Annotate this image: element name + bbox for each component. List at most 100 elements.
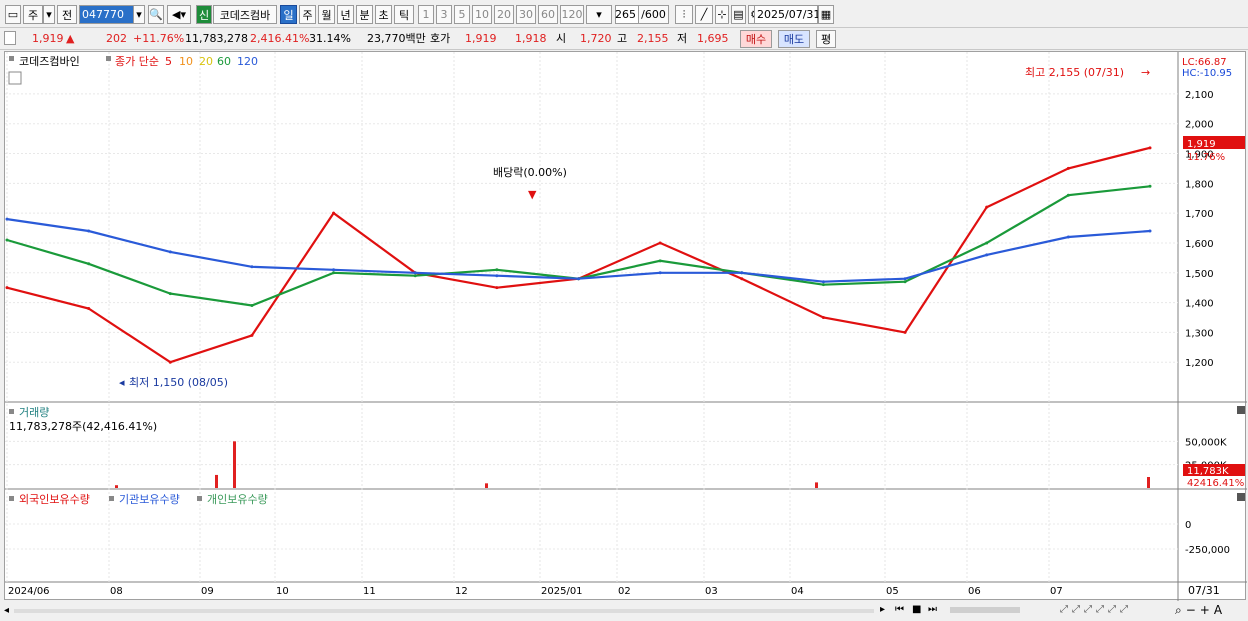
ma120-point: [821, 280, 825, 284]
calculator-icon[interactable]: [8, 71, 22, 85]
buy-button[interactable]: 매수: [740, 30, 772, 48]
avg-button[interactable]: 평: [816, 30, 836, 48]
line-tool-icon[interactable]: ╱: [695, 5, 713, 24]
interval-60[interactable]: 60: [538, 5, 558, 24]
ma120-point: [740, 271, 744, 275]
x-axis-label: 05: [886, 586, 899, 597]
ma120-point: [5, 217, 9, 221]
ma120-point: [87, 229, 91, 233]
quote-bar: 1,919 ▲ 202 +11.76% 11,783,278 2,416.41%…: [0, 28, 1248, 50]
volume-bar: [215, 474, 218, 488]
chart-area[interactable]: 2,100 2,000 1,900 1,800 1,700 1,600 1,500 1,400…: [4, 51, 1247, 601]
x-axis-label: 12: [455, 586, 468, 597]
ma120-point: [168, 250, 172, 254]
ma60-point: [87, 262, 91, 266]
holding-close-icon[interactable]: [1237, 493, 1245, 501]
low-annotation: 최저 1,150 (08/05): [129, 376, 228, 389]
chevron-down-icon[interactable]: ▾: [43, 5, 55, 24]
bid-price: 1,918: [515, 32, 547, 45]
stock-name-field[interactable]: 코데즈컴바: [213, 5, 277, 24]
tab-tick[interactable]: 틱: [394, 5, 414, 24]
ma5-point: [903, 330, 907, 334]
zoom-slider[interactable]: [950, 607, 1020, 613]
low-price: 1,695: [697, 32, 729, 45]
volume-y-tick: 50,000K: [1185, 437, 1227, 448]
ma120-label: 120: [237, 55, 258, 68]
holding-y-tick: 0: [1185, 520, 1191, 531]
trade-amount: 23,770백만: [367, 32, 426, 45]
volume-marker-icon: [9, 409, 14, 414]
compare-button[interactable]: 전: [57, 5, 77, 24]
x-axis-label: 03: [705, 586, 718, 597]
tab-year[interactable]: 년: [337, 5, 354, 24]
volume-value-label: 11,783,278주(42,416.41%): [9, 420, 157, 433]
x-axis-label: 06: [968, 586, 981, 597]
interval-10[interactable]: 10: [472, 5, 492, 24]
interval-120[interactable]: 120: [560, 5, 584, 24]
save-icon[interactable]: ▤: [731, 5, 746, 24]
count-input[interactable]: 265: [615, 5, 639, 24]
code-dropdown-icon[interactable]: ▾: [133, 5, 145, 24]
rewind-icon[interactable]: ⏮: [895, 604, 904, 615]
sell-button[interactable]: 매도: [778, 30, 810, 48]
interval-1[interactable]: 1: [418, 5, 434, 24]
lc-value: LC:66.87: [1182, 57, 1227, 68]
ma5-point: [250, 333, 254, 337]
collapse-icon[interactable]: [4, 31, 16, 45]
up-arrow-icon: ▲: [66, 32, 75, 45]
ma120-point: [332, 268, 336, 272]
volume-title: 거래량: [19, 406, 49, 419]
low-label: 저: [677, 32, 688, 45]
volume-bar: [815, 482, 818, 488]
x-axis-label: 08: [110, 586, 123, 597]
tab-day[interactable]: 일: [280, 5, 297, 24]
ma120-point: [495, 274, 499, 278]
horizontal-scrollbar[interactable]: [14, 609, 874, 613]
volume-bar: [115, 485, 118, 488]
price-change: 202: [106, 32, 127, 45]
date-input[interactable]: 2025/07/31: [754, 5, 820, 24]
stock-code-input[interactable]: 047770: [79, 5, 135, 24]
zoom-controls-icon[interactable]: ⌕−+A: [1175, 603, 1226, 618]
speaker-icon[interactable]: ◀▾: [167, 5, 191, 24]
high-price: 2,155: [637, 32, 669, 45]
tab-month[interactable]: 월: [318, 5, 335, 24]
open-price: 1,720: [580, 32, 612, 45]
tab-second[interactable]: 초: [375, 5, 392, 24]
drawing-tools-icon[interactable]: ⤢⤢⤢⤢⤢⤢: [1060, 604, 1132, 615]
calendar-icon[interactable]: ▦: [818, 5, 834, 24]
ma120-point: [1148, 229, 1152, 233]
ma5-label: 5: [165, 55, 172, 68]
tab-week[interactable]: 주: [299, 5, 316, 24]
ma120-point: [1066, 235, 1070, 239]
volume-value: 11,783,278: [185, 32, 248, 45]
volume-bar: [485, 483, 488, 488]
scroll-right-icon[interactable]: ▸: [880, 604, 885, 615]
interval-30[interactable]: 30: [516, 5, 536, 24]
zoom-icon[interactable]: ⊹: [715, 5, 729, 24]
window-icon[interactable]: ▭: [5, 5, 21, 24]
search-icon[interactable]: 🔍: [148, 5, 164, 24]
volume-pct: 2,416.41%: [250, 32, 310, 45]
price-y-tick: 1,200: [1185, 358, 1214, 369]
candle-icon[interactable]: ⫶: [675, 5, 693, 24]
ma60-point: [821, 283, 825, 287]
interval-3[interactable]: 3: [436, 5, 452, 24]
high-annotation: 최고 2,155 (07/31): [1025, 66, 1124, 79]
chart-svg[interactable]: 2,1002,0001,9001,8001,7001,6001,5001,400…: [5, 52, 1247, 601]
interval-5[interactable]: 5: [454, 5, 470, 24]
tab-minute[interactable]: 분: [356, 5, 373, 24]
ma60-point: [658, 259, 662, 263]
ask-price: 1,919: [465, 32, 497, 45]
ma120-point: [577, 277, 580, 281]
stop-icon[interactable]: ■: [912, 604, 921, 615]
interval-20[interactable]: 20: [494, 5, 514, 24]
period-select[interactable]: 주: [23, 5, 43, 24]
forward-icon[interactable]: ⏭: [928, 604, 937, 615]
volume-close-icon[interactable]: [1237, 406, 1245, 414]
x-axis-label: 10: [276, 586, 289, 597]
interval-dropdown[interactable]: ▾: [586, 5, 612, 24]
ma120-point: [250, 265, 254, 269]
scroll-left-icon[interactable]: ◂: [4, 605, 9, 616]
current-price: 1,919: [32, 32, 64, 45]
